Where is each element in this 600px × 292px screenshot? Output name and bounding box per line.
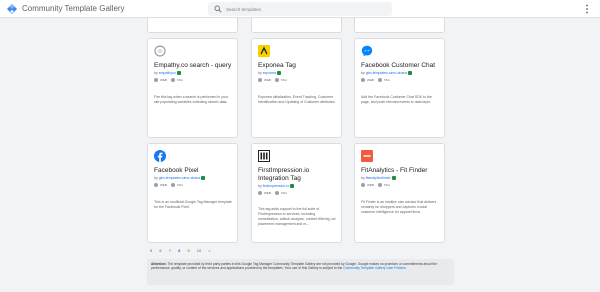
verified-icon [201,176,206,181]
tag-icon [274,191,279,196]
page-link[interactable]: 5 [150,248,152,253]
template-card-partial[interactable] [251,18,342,33]
card-title: Facebook Pixel [154,167,199,174]
web-icon [361,78,365,83]
verified-icon [176,71,181,76]
card-title: Facebook Customer Chat [361,62,436,69]
template-card-facebook-chat[interactable]: Facebook Customer Chat by gtm-templates-… [354,38,445,138]
web-icon [258,191,262,196]
search-box[interactable] [208,2,392,16]
page-link[interactable]: 6 [159,248,161,253]
author-link[interactable]: empathyco [159,71,176,75]
fitanalytics-logo-icon [361,150,373,162]
card-tags: WEB TAG [258,78,287,83]
search-input[interactable] [226,4,386,14]
policy-link[interactable]: Community Template Gallery User Policies [343,266,405,270]
facebook-icon [154,150,166,162]
template-card-facebook-pixel[interactable]: Facebook Pixel by gtm-templates-simo-aha… [147,143,238,243]
tag-icon [377,183,382,188]
author-link[interactable]: exponea [263,71,276,75]
search-icon [214,5,222,13]
web-icon [154,78,158,83]
firstimpression-logo-icon [258,150,270,162]
page-link[interactable]: 10 [197,248,201,253]
card-description: This is an unofficial Google Tag Manager… [154,200,232,209]
attention-notice: Attention: The template provided by thir… [147,259,454,285]
card-author: by exponea [258,71,282,76]
tag-icon [377,78,382,83]
web-icon [361,183,365,188]
card-author: by empathyco [154,71,181,76]
more-vert-icon[interactable] [584,3,590,15]
gtm-logo-icon[interactable] [6,3,18,15]
card-description: Add the Facebook Customer Chat SDK to th… [361,95,432,104]
web-icon [258,78,262,83]
card-tags: WEB TAG [258,191,287,196]
card-title: FitAnalytics - Fit Finder [361,167,428,174]
card-title: Exponea Tag [258,62,296,69]
card-description: Fit Finder is an intuitive size advisor … [361,200,437,214]
template-card-firstimpression[interactable]: FirstImpression.io Integration Tag by fi… [251,143,342,243]
tag-icon [274,78,279,83]
verified-icon [408,71,413,76]
card-description: Exponea initialization, Event Tracking, … [258,95,336,104]
template-card-fitanalytics[interactable]: FitAnalytics - Fit Finder by fitanalytic… [354,143,445,243]
card-author: by fitanalyticsfinder [361,176,396,181]
top-bar: Community Template Gallery [0,0,600,18]
template-card-partial[interactable] [147,18,238,33]
card-title: FirstImpression.io Integration Tag [258,167,310,182]
template-card-empathy[interactable]: Empathy.co search - query by empathyco W… [147,38,238,138]
card-title: Empathy.co search - query [154,62,232,69]
tag-icon [170,183,175,188]
card-author: by gtm-templates-simo-ahava [361,71,413,76]
card-tags: WEB TAG [154,78,183,83]
next-page-button[interactable]: > [208,248,210,253]
page-link[interactable]: 7 [169,248,171,253]
verified-icon [290,184,295,189]
web-icon [154,183,158,188]
notice-label: Attention: [151,262,167,266]
author-link[interactable]: gtm-templates-simo-ahava [159,176,200,180]
author-link[interactable]: gtm-templates-simo-ahava [366,71,407,75]
card-author: by firstimpression-io [258,184,295,189]
card-author: by gtm-templates-simo-ahava [154,176,206,181]
card-tags: WEB TAG [154,183,183,188]
card-tags: WEB TAG [361,183,390,188]
page-link[interactable]: 9 [187,248,189,253]
exponea-logo-icon [258,45,270,57]
tag-icon [170,78,175,83]
template-card-partial[interactable] [354,18,445,33]
verified-icon [277,71,282,76]
verified-icon [391,176,396,181]
page-link-current[interactable]: 8 [178,248,180,253]
card-description: Fire this tag when a search is performed… [154,95,228,104]
messenger-icon [361,45,373,57]
template-card-exponea[interactable]: Exponea Tag by exponea WEB TAG Exponea in… [251,38,342,138]
author-link[interactable]: firstimpression-io [263,184,289,188]
empathy-logo-icon [154,45,166,57]
card-tags: WEB TAG [361,78,390,83]
card-description: This tag adds support to the full suite … [258,207,336,226]
pagination: 5 6 7 8 9 10 > [150,248,217,253]
author-link[interactable]: fitanalyticsfinder [366,176,391,180]
app-title: Community Template Gallery [22,4,125,13]
